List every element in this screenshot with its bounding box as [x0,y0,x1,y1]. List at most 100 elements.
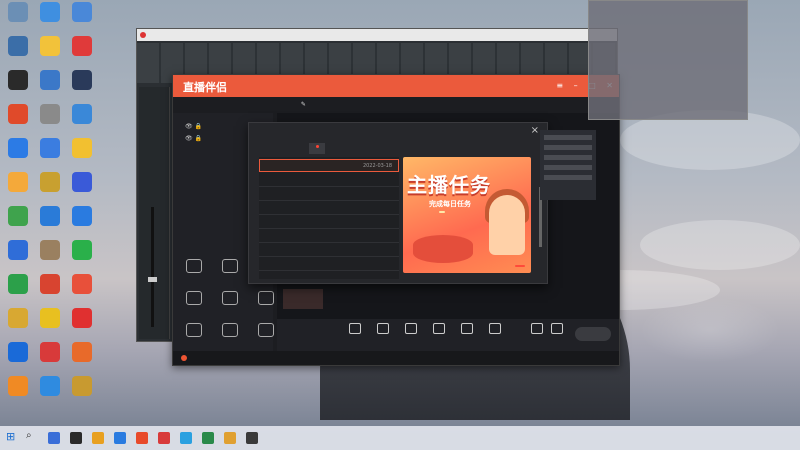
desktop-icon[interactable] [34,376,66,414]
app-logo: 直播伴侣 [183,81,227,94]
app-icon [40,2,60,22]
mixer-fader-knob[interactable] [148,277,157,282]
desktop-icon[interactable] [2,172,34,210]
app-icon [8,36,28,56]
app-icon [8,172,28,192]
tool-lottery[interactable] [179,259,209,276]
list-item[interactable] [259,257,399,271]
go-live-button[interactable] [575,327,611,341]
desktop-icon[interactable] [34,104,66,142]
list-item[interactable] [259,201,399,215]
mixer-titlebar[interactable] [137,29,617,41]
close-icon[interactable]: × [531,125,539,136]
settings-icon[interactable] [545,323,569,337]
desktop-icon[interactable] [34,172,66,210]
desktop-icon[interactable] [2,274,34,312]
desktop-icon[interactable] [2,308,34,346]
tab-system-notice[interactable] [309,143,325,154]
desktop-icon[interactable] [34,138,66,176]
tool-health[interactable] [179,323,209,340]
desktop-icon[interactable] [2,36,34,74]
desktop-icon[interactable] [66,70,98,108]
desktop-icon[interactable] [2,70,34,108]
multi-camera-button[interactable] [427,323,451,337]
wallpaper-cloud [640,220,800,270]
taskbar-app-icon[interactable] [202,432,214,444]
app-icon [8,104,28,124]
mixer-fader-track[interactable] [151,207,154,327]
list-item[interactable] [259,229,399,243]
taskbar-app-icon[interactable] [114,432,126,444]
search-icon[interactable]: ⌕ [26,430,38,442]
start-button[interactable]: ⊞ [6,430,18,443]
taskbar-app-icon[interactable] [158,432,170,444]
banner-cta-button[interactable] [515,265,525,267]
taskbar-app-icon[interactable] [180,432,192,444]
plus-box-icon [433,323,445,334]
scene-tabs [183,103,215,110]
desktop-icon[interactable] [34,36,66,74]
desktop-icon[interactable] [2,2,34,40]
desktop-icon[interactable] [34,240,66,278]
mixer-channel-column [139,87,170,339]
taskbar-app-icon[interactable] [70,432,82,444]
desktop-icon[interactable] [2,138,34,176]
message-list: 2022-03-18 [259,157,399,279]
lottery-icon [186,259,202,273]
desktop-icon[interactable] [2,240,34,278]
list-item[interactable] [259,173,399,187]
desktop-icon[interactable] [66,240,98,278]
taskbar-app-icon[interactable] [136,432,148,444]
desktop-icon[interactable] [66,172,98,210]
tool-background[interactable] [215,259,245,276]
taskbar-app-icon[interactable] [92,432,104,444]
desktop-icon[interactable] [2,104,34,142]
screen-capture-button[interactable] [343,323,367,337]
taskbar-app-icon[interactable] [48,432,60,444]
source-row[interactable]: 👁 🔒 [185,123,202,130]
desktop-icon[interactable] [66,138,98,176]
message-center-dialog[interactable]: × 2022-03-18 主播任务 完成每日任务 [248,122,548,284]
desktop-icon[interactable] [66,342,98,380]
streamer-task-banner[interactable]: 主播任务 完成每日任务 [403,157,531,273]
desktop-icon[interactable] [66,376,98,414]
list-item[interactable]: 2022-03-18 [259,159,399,172]
scene-topbar: ✎ [283,101,306,108]
desktop-icon[interactable] [66,206,98,244]
source-row[interactable]: 👁 🔒 [185,135,202,142]
speaker-button[interactable] [483,323,507,337]
menu-icon[interactable]: ≡ [556,81,563,90]
desktop-icon[interactable] [34,342,66,380]
tool-gift[interactable] [215,323,245,340]
tool-vote[interactable] [179,291,209,308]
edit-icon[interactable]: ✎ [301,101,306,108]
microphone-button[interactable] [455,323,479,337]
phone-cast-button[interactable] [399,323,423,337]
minimize-icon[interactable]: – [574,81,578,90]
taskbar-app-icon[interactable] [224,432,236,444]
desktop-icon[interactable] [34,206,66,244]
desktop-icon[interactable] [34,2,66,40]
list-item[interactable] [259,243,399,257]
desktop-icon[interactable] [66,104,98,142]
status-bar [173,351,619,365]
desktop-icon[interactable] [34,308,66,346]
app-icon [8,274,28,294]
list-item[interactable] [259,187,399,201]
desktop-icon[interactable] [34,70,66,108]
camera-button[interactable] [371,323,395,337]
desktop-icon[interactable] [2,342,34,380]
desktop-icon[interactable] [2,376,34,414]
desktop-icon[interactable] [66,36,98,74]
desktop-icon[interactable] [66,308,98,346]
desktop-icon[interactable] [66,274,98,312]
taskbar: ⊞ ⌕ [0,426,800,450]
list-item[interactable] [259,215,399,229]
desktop-icon[interactable] [2,206,34,244]
app-icon [72,104,92,124]
desktop-icon[interactable] [66,2,98,40]
tab-activity[interactable] [265,143,277,147]
tool-voice[interactable] [215,291,245,308]
taskbar-app-icon[interactable] [246,432,258,444]
desktop-icon[interactable] [34,274,66,312]
